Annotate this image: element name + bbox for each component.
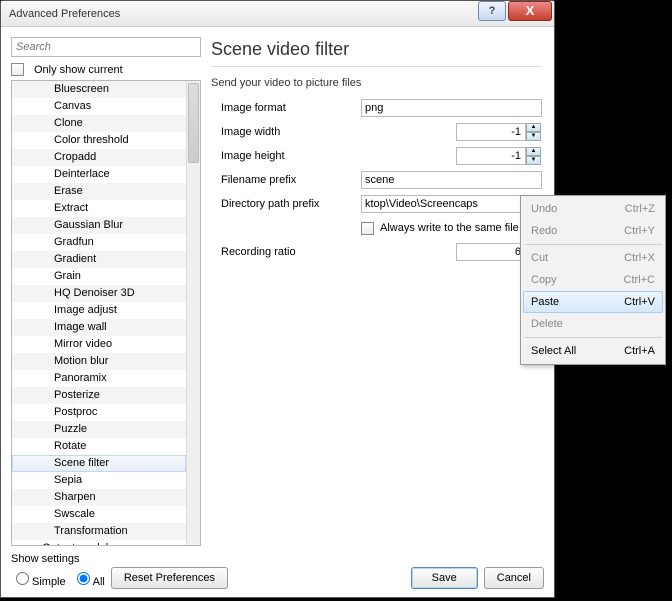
tree-item[interactable]: Extract bbox=[12, 200, 186, 217]
main-panel: Scene video filter Send your video to pi… bbox=[211, 37, 542, 549]
image-height-stepper[interactable]: ▲▼ bbox=[456, 147, 542, 165]
page-subtitle: Send your video to picture files bbox=[211, 77, 542, 89]
tree-item[interactable]: Posterize bbox=[12, 387, 186, 404]
recording-ratio-label: Recording ratio bbox=[211, 246, 361, 258]
tree-item[interactable]: Color threshold bbox=[12, 132, 186, 149]
tree-item[interactable]: Bluescreen bbox=[12, 81, 186, 98]
spin-up-icon[interactable]: ▲ bbox=[526, 123, 541, 132]
tree-scrollbar[interactable] bbox=[186, 81, 200, 545]
always-write-checkbox[interactable]: Always write to the same file bbox=[361, 222, 519, 235]
close-button[interactable]: X bbox=[508, 1, 552, 21]
image-height-label: Image height bbox=[211, 150, 361, 162]
recording-ratio-input[interactable] bbox=[456, 243, 526, 261]
titlebar: Advanced Preferences ? X bbox=[1, 1, 554, 27]
checkbox-icon bbox=[11, 63, 24, 76]
menu-copy[interactable]: CopyCtrl+C bbox=[523, 269, 663, 291]
menu-undo[interactable]: UndoCtrl+Z bbox=[523, 198, 663, 220]
spin-down-icon[interactable]: ▼ bbox=[526, 132, 541, 141]
cancel-button[interactable]: Cancel bbox=[484, 567, 544, 589]
help-button[interactable]: ? bbox=[478, 1, 506, 21]
image-height-input[interactable] bbox=[456, 147, 526, 165]
tree-item[interactable]: Image adjust bbox=[12, 302, 186, 319]
tree-item[interactable]: Gradfun bbox=[12, 234, 186, 251]
only-show-current-label: Only show current bbox=[34, 64, 123, 76]
tree-item[interactable]: Sepia bbox=[12, 472, 186, 489]
show-settings-label: Show settings bbox=[11, 553, 228, 565]
scrollbar-thumb[interactable] bbox=[188, 83, 199, 163]
image-width-input[interactable] bbox=[456, 123, 526, 141]
tree-item[interactable]: Scene filter bbox=[12, 455, 186, 472]
all-radio[interactable]: All bbox=[72, 569, 105, 588]
dir-prefix-input[interactable] bbox=[361, 195, 542, 213]
simple-radio[interactable]: Simple bbox=[11, 569, 66, 588]
tree-item[interactable]: Sharpen bbox=[12, 489, 186, 506]
tree-item-expandable[interactable]: Output modules bbox=[12, 540, 186, 546]
tree-item[interactable]: Grain bbox=[12, 268, 186, 285]
tree-item[interactable]: Transformation bbox=[12, 523, 186, 540]
menu-select-all[interactable]: Select AllCtrl+A bbox=[523, 340, 663, 362]
filter-tree[interactable]: BluescreenCanvasCloneColor thresholdCrop… bbox=[11, 80, 201, 546]
tree-item[interactable]: HQ Denoiser 3D bbox=[12, 285, 186, 302]
tree-item[interactable]: Gradient bbox=[12, 251, 186, 268]
save-button[interactable]: Save bbox=[411, 567, 478, 589]
spin-up-icon[interactable]: ▲ bbox=[526, 147, 541, 156]
image-format-label: Image format bbox=[211, 102, 361, 114]
tree-item[interactable]: Canvas bbox=[12, 98, 186, 115]
always-write-label: Always write to the same file bbox=[380, 222, 519, 234]
tree-item[interactable]: Gaussian Blur bbox=[12, 217, 186, 234]
tree-item[interactable]: Puzzle bbox=[12, 421, 186, 438]
tree-item[interactable]: Swscale bbox=[12, 506, 186, 523]
tree-item[interactable]: Mirror video bbox=[12, 336, 186, 353]
image-width-label: Image width bbox=[211, 126, 361, 138]
tree-item[interactable]: Cropadd bbox=[12, 149, 186, 166]
spin-down-icon[interactable]: ▼ bbox=[526, 156, 541, 165]
tree-item[interactable]: Erase bbox=[12, 183, 186, 200]
tree-item[interactable]: Rotate bbox=[12, 438, 186, 455]
context-menu: UndoCtrl+Z RedoCtrl+Y CutCtrl+X CopyCtrl… bbox=[520, 195, 666, 365]
page-title: Scene video filter bbox=[211, 39, 542, 60]
tree-item[interactable]: Motion blur bbox=[12, 353, 186, 370]
footer: Show settings Simple All Reset Preferenc… bbox=[11, 553, 544, 589]
tree-item[interactable]: Postproc bbox=[12, 404, 186, 421]
filename-prefix-label: Filename prefix bbox=[211, 174, 361, 186]
left-panel: Only show current BluescreenCanvasCloneC… bbox=[11, 37, 201, 549]
menu-cut[interactable]: CutCtrl+X bbox=[523, 247, 663, 269]
search-input[interactable] bbox=[11, 37, 201, 57]
tree-item[interactable]: Deinterlace bbox=[12, 166, 186, 183]
tree-item[interactable]: Panoramix bbox=[12, 370, 186, 387]
only-show-current-checkbox[interactable]: Only show current bbox=[11, 63, 201, 76]
image-format-input[interactable] bbox=[361, 99, 542, 117]
reset-preferences-button[interactable]: Reset Preferences bbox=[111, 567, 228, 589]
filename-prefix-input[interactable] bbox=[361, 171, 542, 189]
menu-paste[interactable]: PasteCtrl+V bbox=[523, 291, 663, 313]
tree-item[interactable]: Image wall bbox=[12, 319, 186, 336]
dir-prefix-label: Directory path prefix bbox=[211, 198, 361, 210]
menu-redo[interactable]: RedoCtrl+Y bbox=[523, 220, 663, 242]
window-title: Advanced Preferences bbox=[9, 8, 120, 20]
checkbox-icon bbox=[361, 222, 374, 235]
tree-item[interactable]: Clone bbox=[12, 115, 186, 132]
menu-delete[interactable]: Delete bbox=[523, 313, 663, 335]
preferences-window: Advanced Preferences ? X Only show curre… bbox=[0, 0, 555, 598]
image-width-stepper[interactable]: ▲▼ bbox=[456, 123, 542, 141]
